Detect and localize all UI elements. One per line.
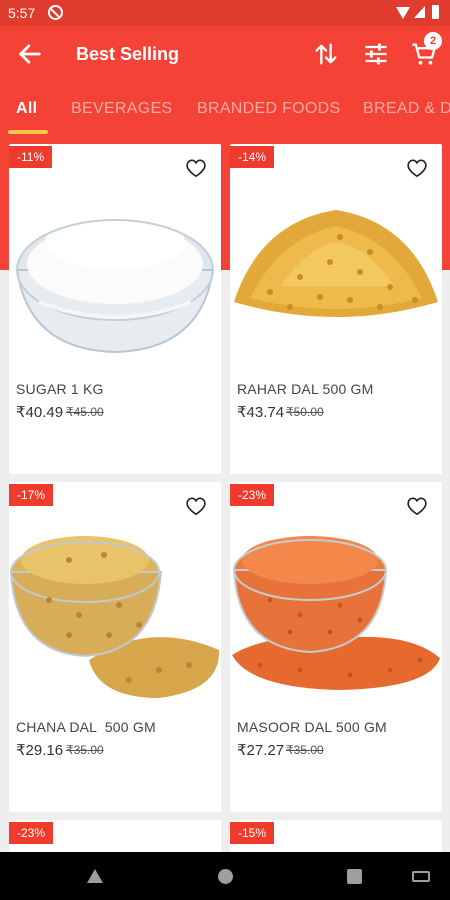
product-card[interactable]: -15% (230, 820, 442, 852)
wifi-icon (396, 7, 410, 19)
sort-icon[interactable] (312, 40, 340, 68)
product-card[interactable]: -23% (9, 820, 221, 852)
heart-icon[interactable] (406, 158, 428, 178)
tab-branded-foods[interactable]: BRANDED FOODS (197, 100, 340, 118)
status-time: 5:57 (8, 5, 36, 21)
tab-all[interactable]: All (16, 100, 37, 118)
discount-badge: -14% (230, 146, 275, 168)
category-tabs: All BEVERAGES BRANDED FOODS BREAD & DA (0, 84, 450, 136)
tab-beverages[interactable]: BEVERAGES (71, 100, 172, 118)
keyboard-icon[interactable] (412, 871, 430, 882)
page-title: Best Selling (76, 44, 180, 64)
back-arrow-icon[interactable] (16, 40, 44, 68)
tab-indicator (8, 130, 48, 134)
status-bar: 5:57 (0, 0, 450, 26)
product-card[interactable]: -23% MASOOR DAL 500 GM ₹27.27 ₹35.00 (230, 482, 442, 812)
tab-bread[interactable]: BREAD & DA (363, 100, 450, 118)
nav-recents-icon[interactable] (347, 869, 362, 884)
product-price: ₹27.27 (237, 742, 285, 759)
product-card[interactable]: -14% RAHAR DAL 500 GM ₹43.74 ₹50.00 (230, 144, 442, 474)
product-card[interactable]: -17% CHANA DAL 500 GM ₹29.16 ₹35.00 (9, 482, 221, 812)
discount-badge: -23% (9, 822, 54, 844)
product-card[interactable]: -11% SUGAR 1 KG ₹40.49 ₹45.00 (9, 144, 221, 474)
product-old-price: ₹35.00 (286, 743, 324, 757)
product-price: ₹43.74 (237, 404, 285, 421)
product-grid: -11% SUGAR 1 KG ₹40.49 ₹45.00 -14% RAHAR… (0, 144, 450, 852)
cart-count-badge: 2 (424, 32, 442, 50)
heart-icon[interactable] (406, 496, 428, 516)
nav-back-icon[interactable] (87, 869, 103, 883)
app-bar: Best Selling (0, 26, 450, 84)
no-disturb-icon (48, 5, 63, 20)
product-old-price: ₹35.00 (66, 743, 104, 757)
discount-badge: -11% (9, 146, 53, 168)
product-name: RAHAR DAL 500 GM (237, 381, 374, 397)
product-image-rahar-dal (234, 210, 438, 317)
battery-icon (432, 5, 439, 19)
product-old-price: ₹50.00 (286, 405, 324, 419)
discount-badge: -17% (9, 484, 54, 506)
filter-icon[interactable] (362, 40, 390, 68)
discount-badge: -23% (230, 484, 275, 506)
signal-icon (414, 6, 425, 18)
product-old-price: ₹45.00 (66, 405, 104, 419)
product-price: ₹29.16 (16, 742, 64, 759)
heart-icon[interactable] (185, 158, 207, 178)
product-name: CHANA DAL 500 GM (16, 719, 156, 735)
discount-badge: -15% (230, 822, 275, 844)
product-name: MASOOR DAL 500 GM (237, 719, 387, 735)
product-image-chana-dal (9, 536, 220, 698)
nav-home-icon[interactable] (218, 869, 233, 884)
product-price: ₹40.49 (16, 404, 64, 421)
product-image-masoor-dal (232, 536, 440, 690)
product-name: SUGAR 1 KG (16, 381, 104, 397)
product-image-sugar (15, 214, 215, 354)
heart-icon[interactable] (185, 496, 207, 516)
system-nav-bar (0, 852, 450, 900)
